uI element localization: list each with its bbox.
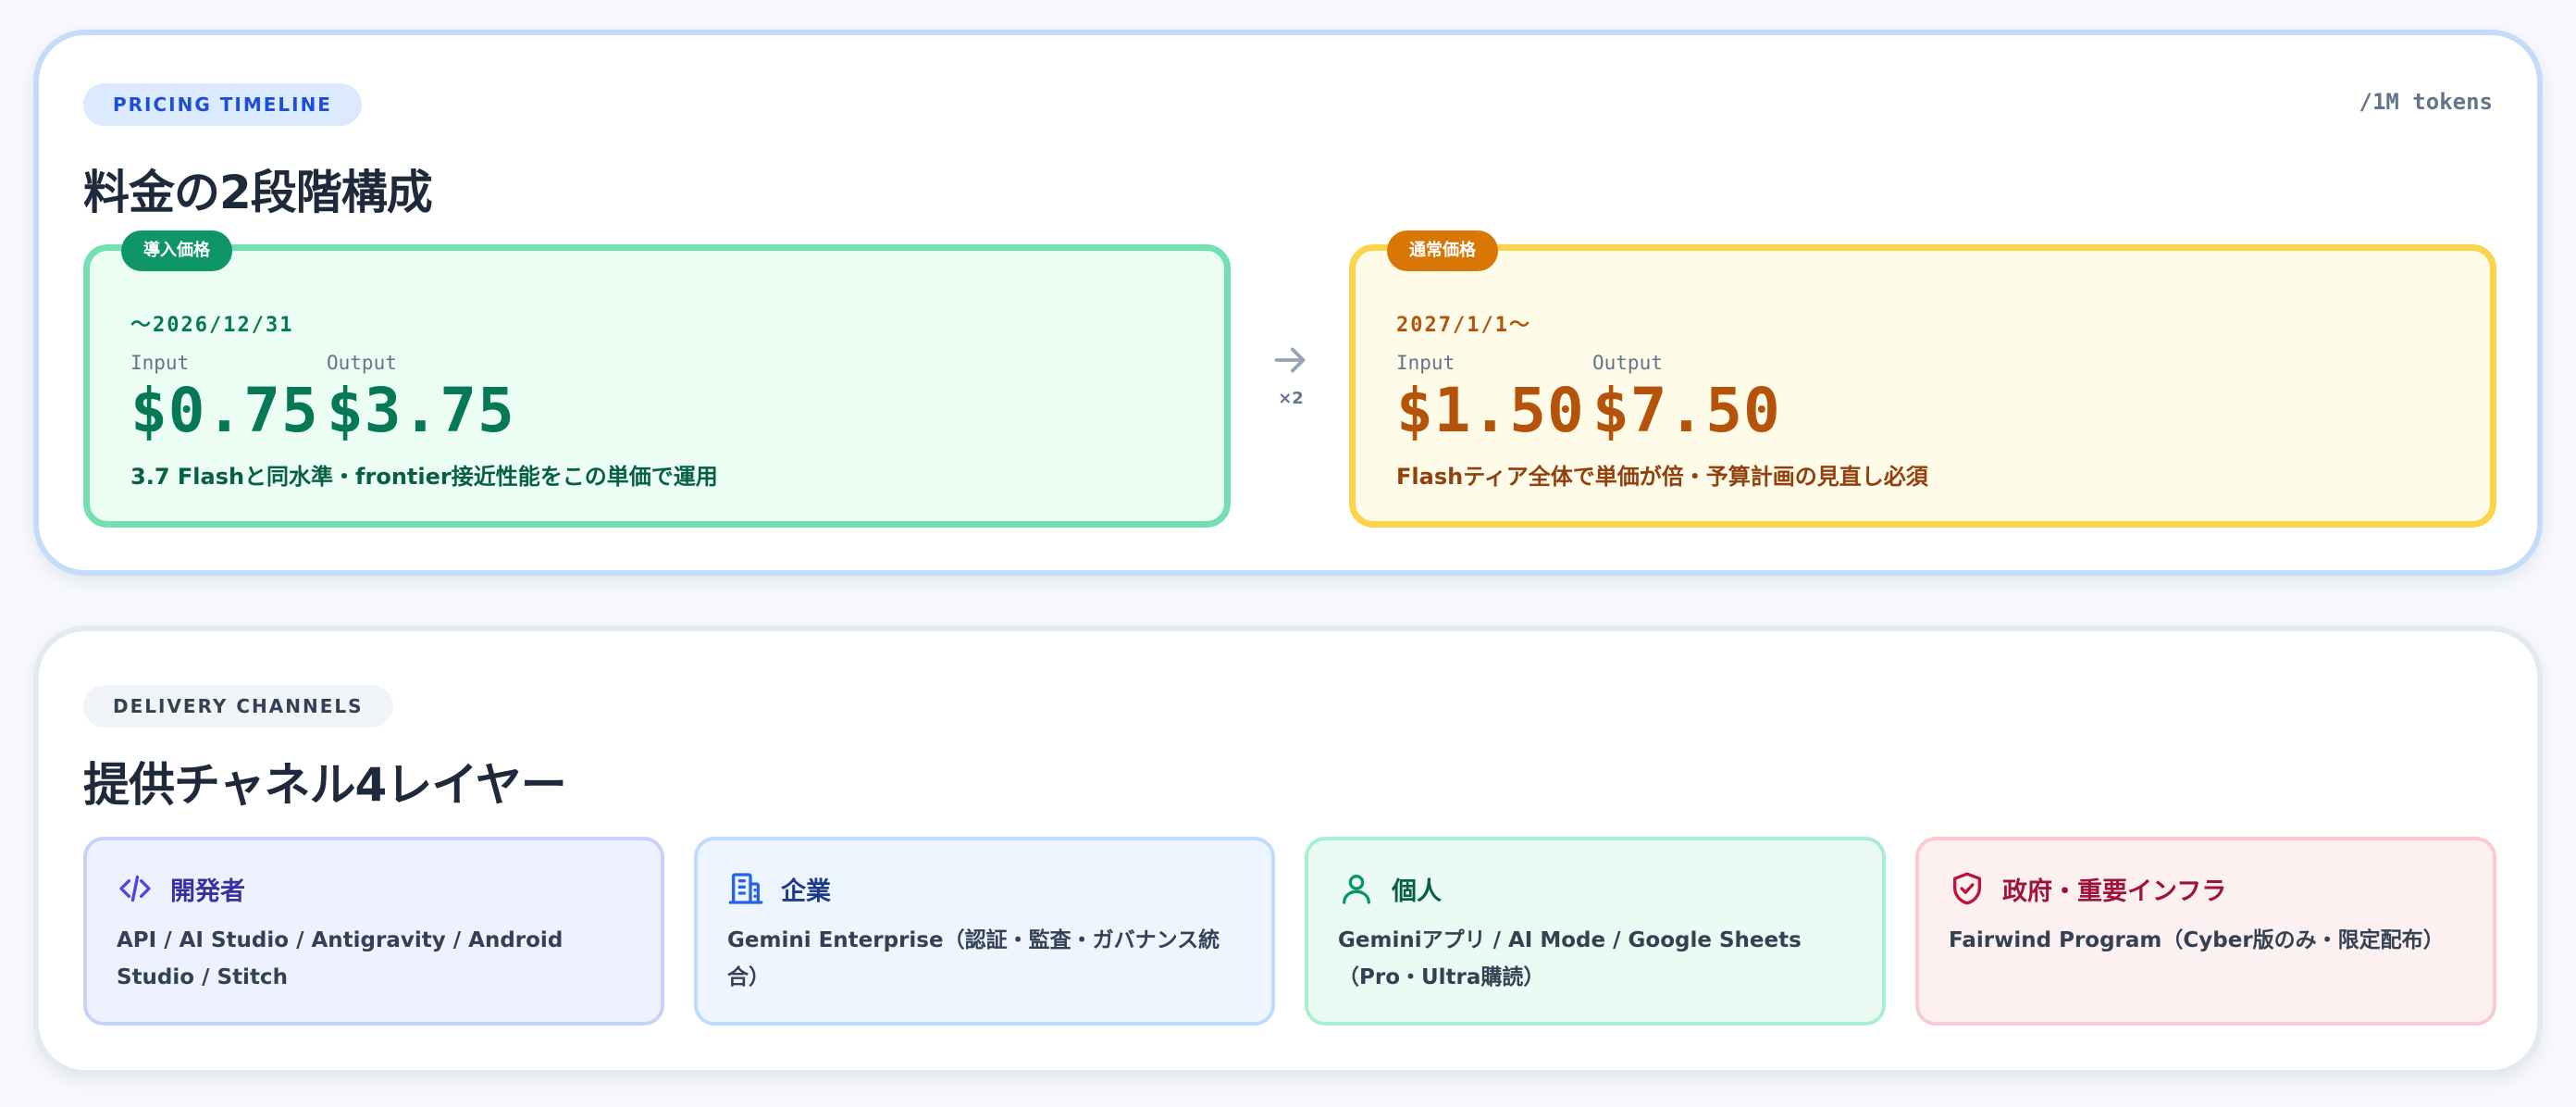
regular-input-label: Input <box>1396 352 1455 374</box>
channel-card-enterprise: 企業 Gemini Enterprise（認証・監査・ガバナンス統合） <box>694 837 1275 1026</box>
regular-input-price: $1.50 <box>1396 375 1585 446</box>
regular-price-date: 2027/1/1〜 <box>1396 314 1531 337</box>
regular-price-card: 通常価格 2027/1/1〜 Input $1.50 Output $7.50 … <box>1349 230 2496 528</box>
channel-description-developer: API / AI Studio / Antigravity / Android … <box>117 928 564 989</box>
intro-output-price-group: Output $3.75 <box>327 351 515 443</box>
token-unit-label: /1M tokens <box>2359 89 2494 115</box>
channel-name-enterprise: 企業 <box>781 877 831 906</box>
code-icon <box>119 875 151 902</box>
pricing-section-title: 料金の2段階構成 <box>83 166 433 219</box>
regular-input-price-group: Input $1.50 <box>1396 351 1585 443</box>
intro-price-card: 導入価格 〜2026/12/31 Input $0.75 Output $3.7… <box>83 230 1231 528</box>
regular-price-tag: 通常価格 <box>1387 230 1498 271</box>
channel-description-government: Fairwind Program（Cyber版のみ・限定配布） <box>1949 928 2445 952</box>
regular-output-label: Output <box>1592 352 1663 374</box>
intro-price-date: 〜2026/12/31 <box>130 314 294 337</box>
regular-output-price: $7.50 <box>1592 375 1781 446</box>
intro-price-tag: 導入価格 <box>121 230 232 271</box>
channel-name-developer: 開発者 <box>170 877 245 906</box>
intro-price-note: 3.7 Flashと同水準・frontier接近性能をこの単価で運用 <box>130 464 718 490</box>
user-icon <box>1343 875 1370 904</box>
channel-description-personal: Geminiアプリ / AI Mode / Google Sheets（Pro・… <box>1338 928 1802 989</box>
channel-name-government: 政府・重要インフラ <box>2002 877 2227 906</box>
regular-price-note: Flashティア全体で単価が倍・予算計画の見直し必須 <box>1396 464 1928 490</box>
channel-card-government: 政府・重要インフラ Fairwind Program（Cyber版のみ・限定配布… <box>1915 837 2496 1026</box>
building-icon <box>728 873 763 904</box>
channel-name-personal: 個人 <box>1392 877 1442 906</box>
pricing-timeline-badge: PRICING TIMELINE <box>83 83 362 126</box>
channel-card-developer: 開発者 API / AI Studio / Antigravity / Andr… <box>83 837 664 1026</box>
multiplier-label: ×2 <box>1278 389 1304 408</box>
intro-input-label: Input <box>130 352 190 374</box>
price-multiplier: ×2 <box>1269 339 1312 408</box>
channel-description-enterprise: Gemini Enterprise（認証・監査・ガバナンス統合） <box>727 928 1220 989</box>
channel-card-personal: 個人 Geminiアプリ / AI Mode / Google Sheets（P… <box>1305 837 1886 1026</box>
intro-output-label: Output <box>327 352 397 374</box>
shield-check-icon <box>1953 872 1981 905</box>
arrow-right-icon <box>1274 347 1306 373</box>
intro-input-price-group: Input $0.75 <box>130 351 319 443</box>
pricing-timeline-panel: PRICING TIMELINE /1M tokens 料金の2段階構成 導入価… <box>33 30 2543 576</box>
delivery-channels-badge: DELIVERY CHANNELS <box>83 685 393 728</box>
delivery-channels-panel: DELIVERY CHANNELS 提供チャネル4レイヤー 開発者 API / … <box>33 626 2543 1076</box>
channels-section-title: 提供チャネル4レイヤー <box>83 758 567 812</box>
intro-input-price: $0.75 <box>130 375 319 446</box>
intro-output-price: $3.75 <box>327 375 515 446</box>
regular-output-price-group: Output $7.50 <box>1592 351 1781 443</box>
